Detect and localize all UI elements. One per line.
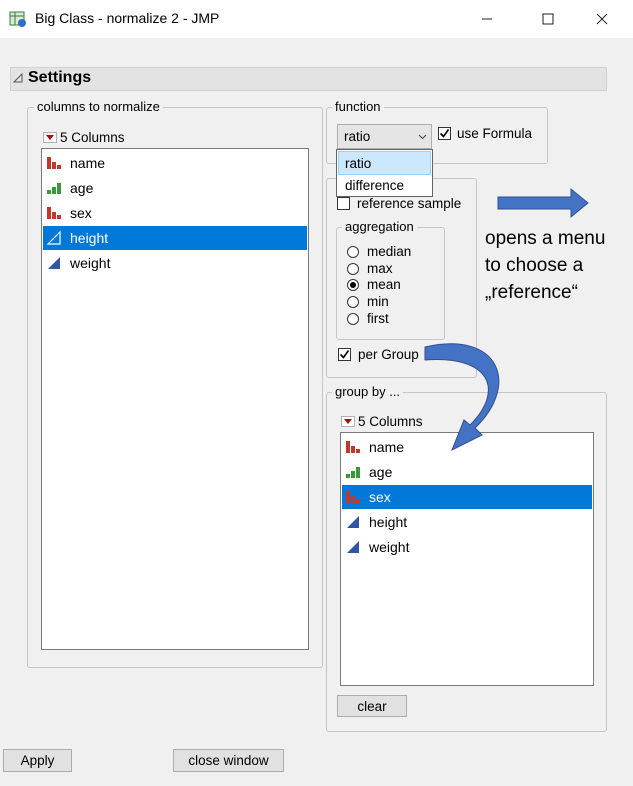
list-item[interactable]: name (43, 151, 307, 175)
columns-to-normalize-legend: columns to normalize (34, 99, 163, 114)
columns-header[interactable]: 5 Columns (43, 130, 125, 145)
chevron-down-icon (418, 134, 427, 140)
aggregation-legend: aggregation (342, 219, 417, 234)
radio-button[interactable] (347, 262, 359, 275)
radio-button[interactable] (347, 245, 359, 258)
maximize-icon (542, 13, 554, 25)
jmp-data-icon (9, 11, 26, 27)
list-item[interactable]: age (43, 176, 307, 200)
list-item-label: weight (70, 255, 111, 271)
annotation-line: opens a menu (485, 228, 606, 249)
list-item[interactable]: sex (342, 485, 592, 509)
function-select-value: ratio (344, 129, 371, 144)
continuous-icon (345, 514, 361, 530)
columns-list[interactable]: name age sex height weight (41, 148, 309, 650)
ordinal-icon (345, 464, 361, 480)
list-item[interactable]: name (342, 435, 592, 459)
clear-button[interactable]: clear (337, 695, 407, 717)
continuous-icon (46, 255, 62, 271)
list-item[interactable]: weight (342, 535, 592, 559)
use-formula-label: use Formula (457, 126, 533, 141)
list-item-label: age (369, 464, 393, 480)
list-item-label: weight (369, 539, 410, 555)
list-item-label: name (70, 155, 106, 171)
radio-first[interactable]: first (347, 311, 389, 326)
list-item-label: sex (369, 489, 391, 505)
per-group-checkbox[interactable] (338, 348, 351, 361)
minimize-button[interactable] (464, 0, 510, 38)
dropdown-option-difference[interactable]: difference (338, 174, 438, 196)
group-by-legend: group by ... (332, 384, 404, 399)
function-legend: function (332, 99, 384, 114)
radio-median[interactable]: median (347, 244, 411, 259)
apply-button[interactable]: Apply (3, 749, 72, 772)
nominal-icon (46, 155, 62, 171)
annotation-line: to choose a (485, 255, 584, 276)
radio-max[interactable]: max (347, 261, 393, 276)
function-select[interactable]: ratio (337, 124, 432, 149)
disclosure-icon[interactable] (12, 72, 24, 84)
window-title: Big Class - normalize 2 - JMP (35, 10, 220, 26)
radio-button[interactable] (347, 295, 359, 308)
list-item-label: age (70, 180, 94, 196)
annotation-line: „reference“ (485, 282, 578, 303)
list-item[interactable]: weight (43, 251, 307, 275)
annotation-text: opens a menu to choose a „reference“ (485, 225, 605, 306)
radio-button[interactable] (347, 312, 359, 325)
list-item[interactable]: sex (43, 201, 307, 225)
red-triangle-menu-icon[interactable] (341, 416, 355, 427)
list-item[interactable]: age (342, 460, 592, 484)
close-icon (596, 13, 608, 25)
red-triangle-menu-icon[interactable] (43, 132, 57, 143)
use-formula-option[interactable]: use Formula (438, 126, 532, 141)
per-group-label: per Group (358, 347, 419, 362)
group-by-count: 5 Columns (358, 414, 423, 429)
radio-min[interactable]: min (347, 294, 389, 309)
list-item-label: height (369, 514, 408, 530)
group-by-list[interactable]: name age sex height weight (340, 432, 594, 686)
list-item[interactable]: height (342, 510, 592, 534)
nominal-icon (345, 489, 361, 505)
continuous-icon (46, 230, 62, 246)
list-item-label: sex (70, 205, 92, 221)
radio-label: mean (367, 277, 401, 292)
reference-sample-checkbox[interactable] (337, 197, 350, 210)
radio-label: max (367, 261, 393, 276)
list-item-label: name (369, 439, 405, 455)
list-item[interactable]: height (43, 226, 307, 250)
continuous-icon (345, 539, 361, 555)
radio-button[interactable] (347, 278, 359, 291)
settings-header[interactable] (10, 67, 607, 91)
reference-sample-label: reference sample (357, 196, 462, 211)
dropdown-option-ratio[interactable]: ratio (338, 151, 431, 175)
maximize-button[interactable] (525, 0, 571, 38)
minimize-icon (482, 18, 492, 20)
settings-title: Settings (28, 69, 92, 86)
group-by-header[interactable]: 5 Columns (341, 414, 423, 429)
list-item-label: height (70, 230, 109, 246)
function-dropdown-list[interactable]: ratio difference (336, 149, 433, 197)
ordinal-icon (46, 180, 62, 196)
radio-label: min (367, 294, 389, 309)
close-button[interactable] (579, 0, 625, 38)
reference-sample-option[interactable]: reference sample (337, 196, 461, 211)
use-formula-checkbox[interactable] (438, 127, 451, 140)
nominal-icon (46, 205, 62, 221)
nominal-icon (345, 439, 361, 455)
columns-count: 5 Columns (60, 130, 125, 145)
per-group-option[interactable]: per Group (338, 347, 419, 362)
radio-mean[interactable]: mean (347, 277, 401, 292)
close-window-button[interactable]: close window (173, 749, 284, 772)
radio-label: median (367, 244, 412, 259)
radio-label: first (367, 311, 389, 326)
